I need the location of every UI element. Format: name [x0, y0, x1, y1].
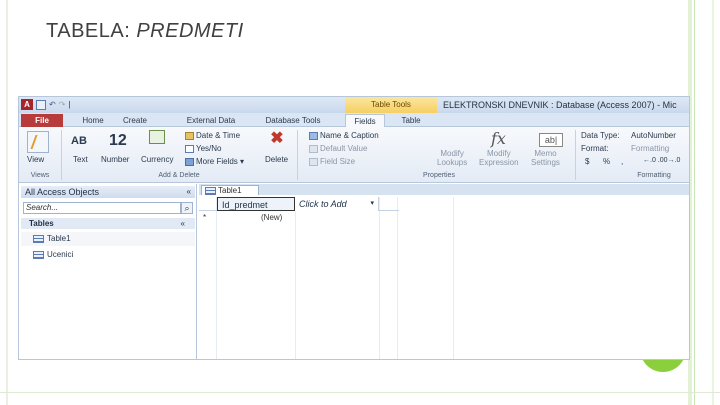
name-caption-icon [309, 131, 318, 140]
delete-button[interactable]: Delete [265, 155, 288, 164]
name-caption-button[interactable]: Name & Caption [309, 131, 379, 140]
doc-tab-label: Table1 [218, 186, 242, 195]
default-value-button[interactable]: Default Value [309, 144, 367, 153]
window-title: ELEKTRONSKI DNEVNIK : Database (Access 2… [443, 100, 677, 110]
format-label: Format: [581, 144, 609, 153]
group-properties-label: Properties [423, 172, 455, 179]
decimal-buttons[interactable]: ←.0 .00→.0 [643, 157, 680, 164]
nav-item-table1[interactable]: Table1 [21, 232, 195, 246]
table-icon [33, 251, 44, 259]
search-icon[interactable]: ⌕ [181, 202, 193, 214]
table-icon [205, 187, 216, 195]
contextual-tools-label: Table Tools [345, 97, 437, 113]
format-select[interactable]: Formatting [631, 144, 669, 153]
yes-no-button[interactable]: Yes/No [185, 144, 222, 153]
field-size-icon [309, 157, 318, 166]
text-field-icon[interactable]: AB [71, 135, 87, 147]
new-record-marker: * [203, 213, 207, 222]
title-bar: A ↶ ↷ | Table Tools ELEKTRONSKI DNEVNIK … [19, 97, 689, 113]
tab-database-tools[interactable]: Database Tools [257, 114, 329, 127]
nav-pane-title: All Access Objects [25, 187, 100, 197]
save-icon[interactable] [36, 99, 46, 110]
more-fields-icon [185, 157, 194, 166]
navigation-pane: All Access Objects « Search... ⌕ Tables … [19, 184, 197, 359]
slide-border-right-inner [694, 0, 695, 405]
currency-button[interactable]: Currency [141, 155, 173, 164]
view-button[interactable]: View [27, 155, 44, 164]
group-separator [297, 130, 298, 180]
section-collapse-icon[interactable]: « [181, 218, 185, 229]
access-logo-icon[interactable]: A [21, 99, 33, 110]
nav-item-ucenici[interactable]: Ucenici [21, 248, 195, 262]
nav-section-tables[interactable]: Tables « [21, 218, 195, 229]
slide-title-plain: Tabela: [46, 20, 137, 42]
tab-file[interactable]: File [21, 114, 63, 127]
date-time-button[interactable]: Date & Time [185, 131, 240, 140]
nav-item-label: Table1 [47, 234, 71, 243]
slide-title: Tabela: Predmeti [46, 20, 244, 43]
tab-home[interactable]: Home [73, 114, 113, 127]
column-divider [453, 197, 454, 359]
currency-format-button[interactable]: $ [585, 157, 589, 166]
modify-lookups-button[interactable]: Modify Lookups [437, 149, 467, 167]
slide-border-right-outer [712, 0, 714, 405]
click-to-add-label: Click to Add [299, 199, 347, 209]
data-type-select[interactable]: AutoNumber [631, 131, 676, 140]
access-window: A ↶ ↷ | Table Tools ELEKTRONSKI DNEVNIK … [18, 96, 690, 360]
column-header-click-to-add[interactable]: Click to Add ▾ [295, 197, 379, 211]
nav-item-label: Ucenici [47, 250, 74, 259]
calendar-icon [185, 131, 194, 140]
slide-title-italic: Predmeti [136, 20, 244, 42]
tab-create[interactable]: Create [115, 114, 155, 127]
view-icon[interactable] [27, 131, 49, 153]
doc-tab-table1[interactable]: Table1 [201, 185, 259, 195]
data-type-label: Data Type: [581, 131, 620, 140]
ribbon-tabs: File Home Create External Data Database … [19, 113, 689, 127]
percent-format-button[interactable]: % [603, 157, 610, 166]
tab-external-data[interactable]: External Data [179, 114, 243, 127]
group-formatting-label: Formatting [637, 172, 671, 179]
field-size-button[interactable]: Field Size [309, 157, 355, 166]
nav-pane-header[interactable]: All Access Objects « [21, 186, 195, 198]
new-record-cell[interactable]: (New) [261, 212, 282, 224]
slide-bottom-line [0, 392, 720, 393]
document-tabs: Table1 [199, 184, 689, 195]
redo-icon[interactable]: ↷ [59, 99, 66, 110]
ribbon: View Views AB Text 12 Number Currency Da… [19, 127, 689, 183]
group-separator [61, 130, 62, 180]
column-headers: Id_predmet Click to Add ▾ [199, 197, 399, 211]
slide-border-left [6, 0, 8, 405]
group-separator [575, 130, 576, 180]
column-header-id-predmet[interactable]: Id_predmet [217, 197, 295, 211]
modify-expression-button[interactable]: Modify Expression [479, 149, 519, 167]
memo-settings-button[interactable]: Memo Settings [531, 149, 560, 167]
checkbox-icon [185, 144, 194, 153]
table-icon [33, 235, 44, 243]
tab-fields[interactable]: Fields [345, 114, 385, 127]
number-field-icon[interactable]: 12 [109, 132, 127, 150]
quick-access-toolbar: A ↶ ↷ | [21, 99, 70, 110]
group-views-label: Views [30, 172, 50, 179]
number-field-button[interactable]: Number [101, 155, 129, 164]
new-record-row[interactable]: * (New) [199, 212, 399, 224]
currency-icon[interactable] [149, 130, 165, 144]
nav-search-input[interactable]: Search... [23, 202, 181, 214]
chevron-down-icon[interactable]: ▾ [370, 197, 374, 211]
datasheet-grid: Id_predmet Click to Add ▾ * (New) [199, 195, 689, 359]
default-value-icon [309, 144, 318, 153]
group-add-delete-label: Add & Delete [158, 172, 200, 179]
comma-format-button[interactable]: , [621, 157, 623, 166]
qat-separator: | [68, 100, 71, 109]
nav-section-title: Tables [29, 219, 54, 228]
delete-icon[interactable]: ✖ [269, 130, 285, 148]
memo-settings-icon[interactable]: ab| [539, 133, 563, 147]
fx-icon[interactable]: fx [491, 129, 506, 148]
more-fields-button[interactable]: More Fields ▾ [185, 157, 244, 166]
text-field-button[interactable]: Text [73, 155, 88, 164]
collapse-icon[interactable]: « [187, 186, 191, 198]
tab-table[interactable]: Table [391, 114, 431, 127]
undo-icon[interactable]: ↶ [49, 99, 56, 110]
